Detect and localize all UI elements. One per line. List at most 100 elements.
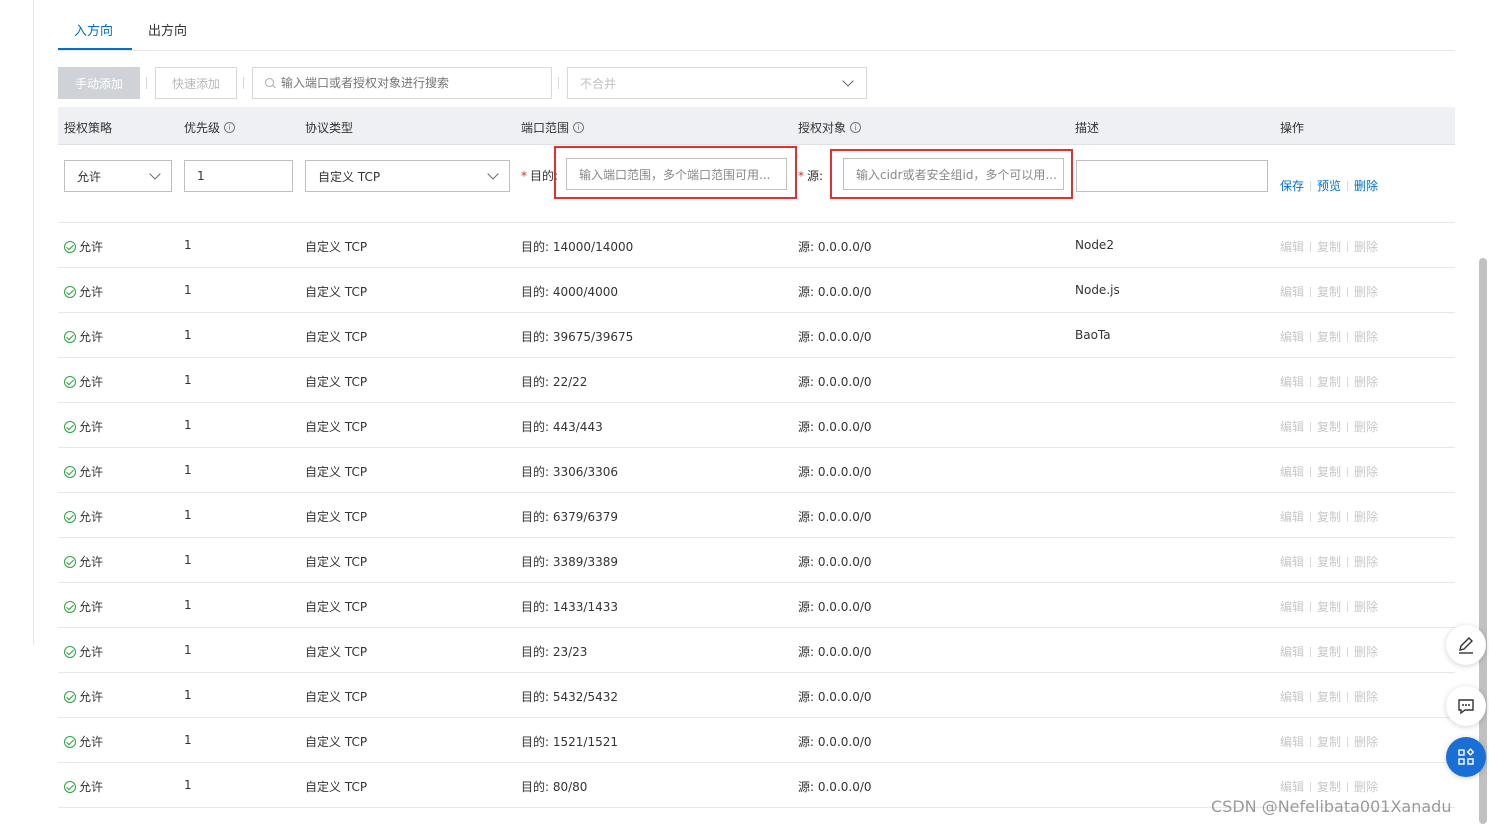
table-header: 授权策略 优先级 i 协议类型 端口范围 i 授权对象 i 描述 操作 bbox=[58, 107, 1455, 145]
edit-link[interactable]: 编辑 bbox=[1280, 463, 1304, 480]
search-box[interactable] bbox=[252, 67, 552, 99]
priority-cell: 1 bbox=[184, 238, 192, 252]
active-tab-indicator bbox=[58, 48, 132, 50]
port-range-cell: 目的: 6379/6379 bbox=[521, 510, 618, 524]
copy-link[interactable]: 复制 bbox=[1317, 598, 1341, 615]
priority-cell: 1 bbox=[184, 733, 192, 747]
chevron-down-icon bbox=[842, 75, 854, 87]
check-circle-icon bbox=[64, 600, 76, 613]
delete-link[interactable]: 删除 bbox=[1354, 778, 1378, 795]
description-cell: BaoTa bbox=[1075, 328, 1111, 342]
info-icon[interactable]: i bbox=[850, 122, 862, 133]
save-link[interactable]: 保存 bbox=[1280, 177, 1304, 194]
protocol-cell: 自定义 TCP bbox=[305, 600, 368, 614]
preview-link[interactable]: 预览 bbox=[1317, 177, 1341, 194]
edit-float-button[interactable] bbox=[1446, 625, 1486, 665]
delete-link[interactable]: 删除 bbox=[1354, 598, 1378, 615]
quick-add-button[interactable]: 快速添加 bbox=[155, 67, 237, 99]
check-circle-icon bbox=[64, 735, 76, 748]
toolbar-divider bbox=[243, 77, 244, 89]
auth-object-cell: 源: 0.0.0.0/0 bbox=[798, 780, 872, 794]
protocol-select[interactable]: 自定义 TCP bbox=[305, 160, 510, 192]
delete-link[interactable]: 删除 bbox=[1354, 733, 1378, 750]
edit-link[interactable]: 编辑 bbox=[1280, 373, 1304, 390]
merge-select[interactable]: 不合并 bbox=[567, 67, 867, 99]
copy-link[interactable]: 复制 bbox=[1317, 733, 1341, 750]
vertical-scrollbar[interactable] bbox=[1479, 258, 1487, 824]
edit-link[interactable]: 编辑 bbox=[1280, 283, 1304, 300]
priority-input[interactable]: 1 bbox=[184, 160, 293, 192]
delete-link[interactable]: 删除 bbox=[1354, 688, 1378, 705]
dest-port-input[interactable]: 输入端口范围，多个端口范围可用... bbox=[566, 158, 787, 190]
port-range-cell: 目的: 14000/14000 bbox=[521, 240, 634, 254]
delete-link[interactable]: 删除 bbox=[1354, 463, 1378, 480]
table-row: 允许 1 自定义 TCP 目的: 6379/6379 源: 0.0.0.0/0 编辑 复制删… bbox=[58, 493, 1455, 538]
check-circle-icon bbox=[64, 555, 76, 568]
copy-link[interactable]: 复制 bbox=[1317, 373, 1341, 390]
edit-link[interactable]: 编辑 bbox=[1280, 553, 1304, 570]
priority-cell: 1 bbox=[184, 598, 192, 612]
delete-link[interactable]: 删除 bbox=[1354, 418, 1378, 435]
protocol-cell: 自定义 TCP bbox=[305, 780, 368, 794]
search-input[interactable] bbox=[281, 76, 541, 90]
policy-cell: 允许 bbox=[64, 508, 103, 525]
info-icon[interactable]: i bbox=[224, 122, 236, 133]
edit-link[interactable]: 编辑 bbox=[1280, 688, 1304, 705]
copy-link[interactable]: 复制 bbox=[1317, 328, 1341, 345]
feedback-float-button[interactable] bbox=[1446, 686, 1486, 726]
header-port-range: 端口范围 i bbox=[521, 119, 585, 136]
delete-link[interactable]: 删除 bbox=[1354, 328, 1378, 345]
tab-inbound[interactable]: 入方向 bbox=[74, 20, 113, 39]
check-circle-icon bbox=[64, 240, 76, 253]
copy-link[interactable]: 复制 bbox=[1317, 418, 1341, 435]
delete-link[interactable]: 删除 bbox=[1354, 373, 1378, 390]
table-row: 允许 1 自定义 TCP 目的: 4000/4000 源: 0.0.0.0/0 Node.… bbox=[58, 268, 1455, 313]
row-actions: 编辑 复制 删除 bbox=[1280, 373, 1378, 390]
edit-link[interactable]: 编辑 bbox=[1280, 733, 1304, 750]
delete-link[interactable]: 删除 bbox=[1354, 508, 1378, 525]
edit-link[interactable]: 编辑 bbox=[1280, 778, 1304, 795]
copy-link[interactable]: 复制 bbox=[1317, 283, 1341, 300]
copy-link[interactable]: 复制 bbox=[1317, 778, 1341, 795]
copy-link[interactable]: 复制 bbox=[1317, 643, 1341, 660]
toolbar-divider bbox=[146, 77, 147, 89]
edit-link[interactable]: 编辑 bbox=[1280, 598, 1304, 615]
priority-cell: 1 bbox=[184, 643, 192, 657]
delete-link[interactable]: 删除 bbox=[1354, 238, 1378, 255]
policy-select[interactable]: 允许 bbox=[64, 160, 172, 192]
table-row: 允许 1 自定义 TCP 目的: 14000/14000 源: 0.0.0.0/0 Nod… bbox=[58, 223, 1455, 268]
check-circle-icon bbox=[64, 510, 76, 523]
check-circle-icon bbox=[64, 330, 76, 343]
edit-link[interactable]: 编辑 bbox=[1280, 328, 1304, 345]
source-placeholder: 输入cidr或者安全组id，多个可以用... bbox=[856, 167, 1057, 182]
manual-add-button[interactable]: 手动添加 bbox=[58, 67, 140, 99]
edit-link[interactable]: 编辑 bbox=[1280, 418, 1304, 435]
priority-cell: 1 bbox=[184, 508, 192, 522]
policy-cell: 允许 bbox=[64, 553, 103, 570]
auth-object-cell: 源: 0.0.0.0/0 bbox=[798, 375, 872, 389]
delete-link[interactable]: 删除 bbox=[1354, 553, 1378, 570]
row-actions: 编辑 复制 删除 bbox=[1280, 778, 1378, 795]
edit-link[interactable]: 编辑 bbox=[1280, 643, 1304, 660]
delete-link[interactable]: 删除 bbox=[1354, 283, 1378, 300]
protocol-cell: 自定义 TCP bbox=[305, 690, 368, 704]
copy-link[interactable]: 复制 bbox=[1317, 553, 1341, 570]
direction-tabs: 入方向 出方向 bbox=[58, 0, 1455, 51]
edit-link[interactable]: 编辑 bbox=[1280, 238, 1304, 255]
copy-link[interactable]: 复制 bbox=[1317, 238, 1341, 255]
description-cell: Node2 bbox=[1075, 238, 1114, 252]
info-icon[interactable]: i bbox=[573, 122, 585, 133]
delete-link[interactable]: 删除 bbox=[1354, 177, 1378, 194]
copy-link[interactable]: 复制 bbox=[1317, 463, 1341, 480]
apps-float-button[interactable] bbox=[1446, 737, 1486, 777]
protocol-cell: 自定义 TCP bbox=[305, 375, 368, 389]
copy-link[interactable]: 复制 bbox=[1317, 508, 1341, 525]
description-input[interactable] bbox=[1076, 160, 1268, 192]
copy-link[interactable]: 复制 bbox=[1317, 688, 1341, 705]
delete-link[interactable]: 删除 bbox=[1354, 643, 1378, 660]
edit-link[interactable]: 编辑 bbox=[1280, 508, 1304, 525]
tab-outbound[interactable]: 出方向 bbox=[148, 20, 187, 39]
check-circle-icon bbox=[64, 690, 76, 703]
port-range-cell: 目的: 1433/1433 bbox=[521, 600, 618, 614]
source-input[interactable]: 输入cidr或者安全组id，多个可以用... bbox=[843, 158, 1064, 190]
